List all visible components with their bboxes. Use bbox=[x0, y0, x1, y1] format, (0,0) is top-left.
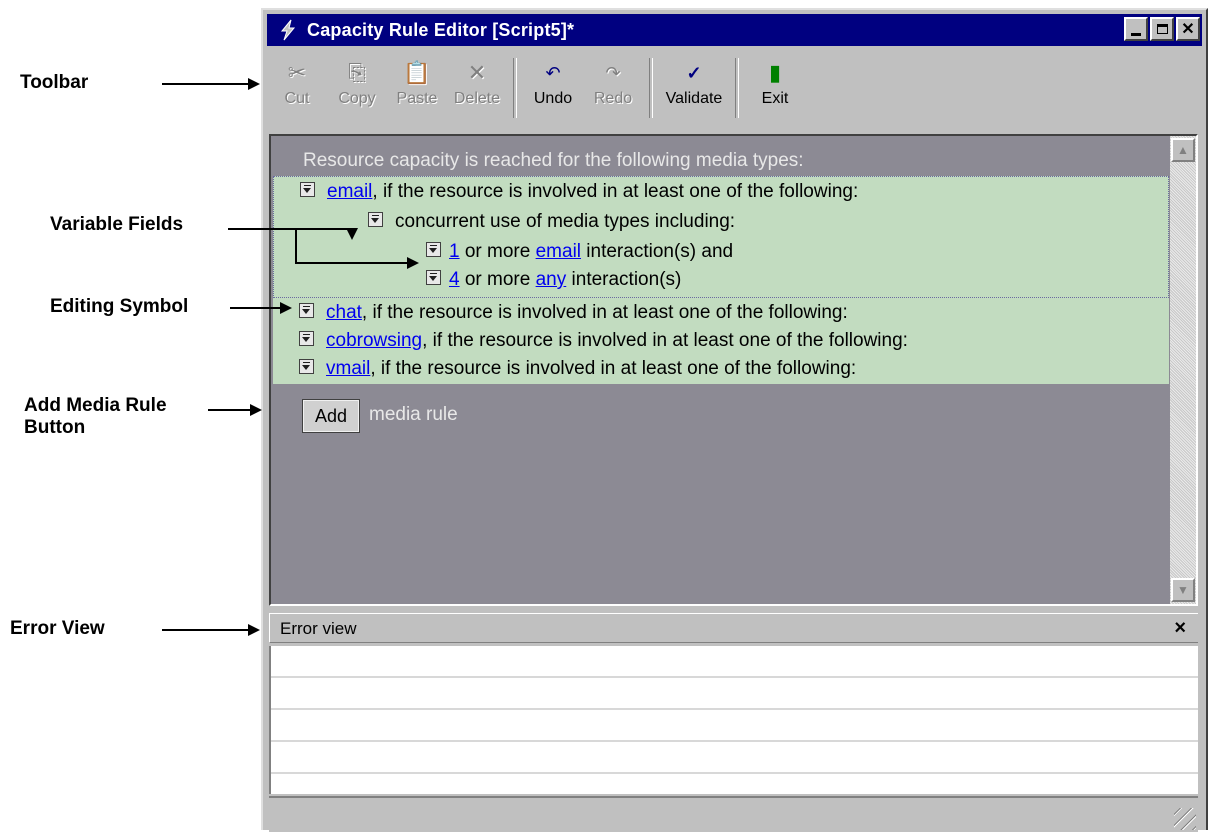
condition-tail-text: interaction(s) bbox=[566, 269, 682, 290]
editing-symbol-icon[interactable] bbox=[299, 331, 314, 347]
list-item[interactable] bbox=[271, 646, 1198, 678]
variable-field-media[interactable]: cobrowsing bbox=[326, 330, 422, 351]
other-rules-block: chat, if the resource is involved in at … bbox=[273, 298, 1169, 384]
minimize-icon bbox=[1131, 32, 1141, 36]
maximize-icon bbox=[1156, 24, 1168, 34]
condition-tail-text: interaction(s) and bbox=[581, 241, 734, 262]
editing-symbol-icon[interactable] bbox=[426, 242, 441, 258]
copy-icon: ⎘ bbox=[348, 60, 366, 85]
error-view-close-icon[interactable]: × bbox=[1174, 617, 1186, 640]
scroll-down-button[interactable]: ▼ bbox=[1171, 578, 1195, 602]
chevron-down-icon: ▼ bbox=[1177, 583, 1189, 597]
paste-button[interactable]: 📋 Paste bbox=[387, 58, 447, 122]
callout-editing-symbol: Editing Symbol bbox=[50, 296, 189, 317]
cut-label: Cut bbox=[284, 90, 310, 107]
condition-line: 1 or more email interaction(s) and bbox=[426, 239, 733, 265]
redo-icon: ↷ bbox=[605, 62, 621, 83]
close-icon: ✕ bbox=[1181, 21, 1195, 38]
rule-line-cobrowsing[interactable]: cobrowsing, if the resource is involved … bbox=[299, 328, 908, 354]
redo-label: Redo bbox=[593, 90, 633, 107]
toolbar-separator bbox=[735, 58, 739, 118]
variable-field-media[interactable]: vmail bbox=[326, 358, 370, 379]
list-item[interactable] bbox=[271, 710, 1198, 742]
paste-label: Paste bbox=[396, 90, 438, 107]
editing-symbol-icon[interactable] bbox=[300, 182, 315, 198]
delete-button[interactable]: ✕ Delete bbox=[447, 58, 507, 122]
variable-field-media[interactable]: chat bbox=[326, 302, 362, 323]
exit-door-icon: ▮ bbox=[768, 60, 782, 85]
lightning-icon bbox=[275, 17, 301, 43]
error-view-list[interactable] bbox=[269, 646, 1198, 794]
rule-line-email: email, if the resource is involved in at… bbox=[300, 179, 858, 205]
editing-symbol-icon[interactable] bbox=[426, 270, 441, 286]
validate-label: Validate bbox=[665, 90, 723, 107]
rule-line-vmail[interactable]: vmail, if the resource is involved in at… bbox=[299, 356, 856, 382]
error-view-title: Error view bbox=[280, 619, 357, 638]
callout-add-media-rule-button: Add Media Rule Button bbox=[24, 395, 167, 439]
error-view-header: Error view × bbox=[269, 613, 1198, 643]
chevron-up-icon: ▲ bbox=[1177, 143, 1189, 157]
rule-suffix-text: , if the resource is involved in at leas… bbox=[422, 330, 908, 351]
toolbar: ✂ Cut ⎘ Copy 📋 Paste ✕ Delete ↶ Undo ↷ R… bbox=[267, 50, 1202, 130]
condition-mid-text: or more bbox=[459, 269, 536, 290]
rule-line-chat[interactable]: chat, if the resource is involved in at … bbox=[299, 300, 848, 326]
resize-grip-icon[interactable] bbox=[1174, 808, 1196, 830]
concurrent-line: concurrent use of media types including: bbox=[368, 209, 735, 235]
paste-icon: 📋 bbox=[403, 60, 431, 85]
variable-field-count[interactable]: 4 bbox=[449, 269, 460, 290]
exit-button[interactable]: ▮ Exit bbox=[745, 58, 805, 122]
concurrent-text: concurrent use of media types including: bbox=[395, 211, 736, 232]
vertical-scrollbar[interactable]: ▲ ▼ bbox=[1170, 136, 1196, 604]
redo-button[interactable]: ↷ Redo bbox=[583, 58, 643, 122]
add-media-rule-button[interactable]: Add bbox=[302, 399, 360, 433]
capacity-rule-editor-window: Capacity Rule Editor [Script5]* ✕ ✂ Cut … bbox=[261, 8, 1208, 832]
rule-editor-pane[interactable]: Resource capacity is reached for the fol… bbox=[269, 134, 1198, 606]
variable-field-media[interactable]: any bbox=[536, 269, 567, 290]
variable-field-media[interactable]: email bbox=[327, 181, 372, 202]
exit-label: Exit bbox=[761, 90, 789, 107]
delete-x-icon: ✕ bbox=[467, 60, 487, 85]
title-bar[interactable]: Capacity Rule Editor [Script5]* ✕ bbox=[267, 14, 1202, 46]
add-media-rule-label: media rule bbox=[369, 404, 458, 425]
callout-variable-fields: Variable Fields bbox=[50, 214, 184, 235]
undo-button[interactable]: ↶ Undo bbox=[523, 58, 583, 122]
condition-line: 4 or more any interaction(s) bbox=[426, 267, 681, 293]
status-bar bbox=[269, 796, 1198, 832]
callout-add-media-rule-line1: Add Media Rule bbox=[24, 395, 167, 416]
callout-error-view: Error View bbox=[10, 618, 105, 639]
close-button[interactable]: ✕ bbox=[1176, 17, 1200, 41]
callout-toolbar: Toolbar bbox=[20, 72, 89, 93]
scroll-up-button[interactable]: ▲ bbox=[1171, 138, 1195, 162]
validate-button[interactable]: ✓ Validate bbox=[659, 58, 729, 122]
copy-label: Copy bbox=[338, 90, 376, 107]
list-item[interactable] bbox=[271, 678, 1198, 710]
editing-symbol-icon[interactable] bbox=[299, 303, 314, 319]
rule-suffix-text: , if the resource is involved in at leas… bbox=[370, 358, 857, 379]
spellcheck-icon: ✓ bbox=[686, 62, 702, 83]
maximize-button[interactable] bbox=[1150, 17, 1174, 41]
list-item[interactable] bbox=[271, 742, 1198, 774]
toolbar-separator bbox=[513, 58, 517, 118]
rule-suffix-text: , if the resource is involved in at leas… bbox=[372, 181, 859, 202]
rule-header-text: Resource capacity is reached for the fol… bbox=[303, 150, 804, 171]
window-title: Capacity Rule Editor [Script5]* bbox=[307, 19, 575, 40]
variable-field-media[interactable]: email bbox=[536, 241, 581, 262]
variable-field-count[interactable]: 1 bbox=[449, 241, 460, 262]
copy-button[interactable]: ⎘ Copy bbox=[327, 58, 387, 122]
minimize-button[interactable] bbox=[1124, 17, 1148, 41]
callout-add-media-rule-line2: Button bbox=[24, 417, 86, 438]
editing-symbol-icon[interactable] bbox=[368, 212, 383, 228]
scissors-icon: ✂ bbox=[287, 60, 307, 85]
title-buttons: ✕ bbox=[1124, 17, 1200, 41]
condition-mid-text: or more bbox=[459, 241, 536, 262]
rule-suffix-text: , if the resource is involved in at leas… bbox=[361, 302, 848, 323]
cut-button[interactable]: ✂ Cut bbox=[267, 58, 327, 122]
toolbar-separator bbox=[649, 58, 653, 118]
undo-label: Undo bbox=[533, 90, 573, 107]
editing-symbol-icon[interactable] bbox=[299, 359, 314, 375]
undo-icon: ↶ bbox=[545, 62, 561, 83]
email-rule-block[interactable]: email, if the resource is involved in at… bbox=[273, 176, 1169, 298]
delete-label: Delete bbox=[453, 90, 501, 107]
